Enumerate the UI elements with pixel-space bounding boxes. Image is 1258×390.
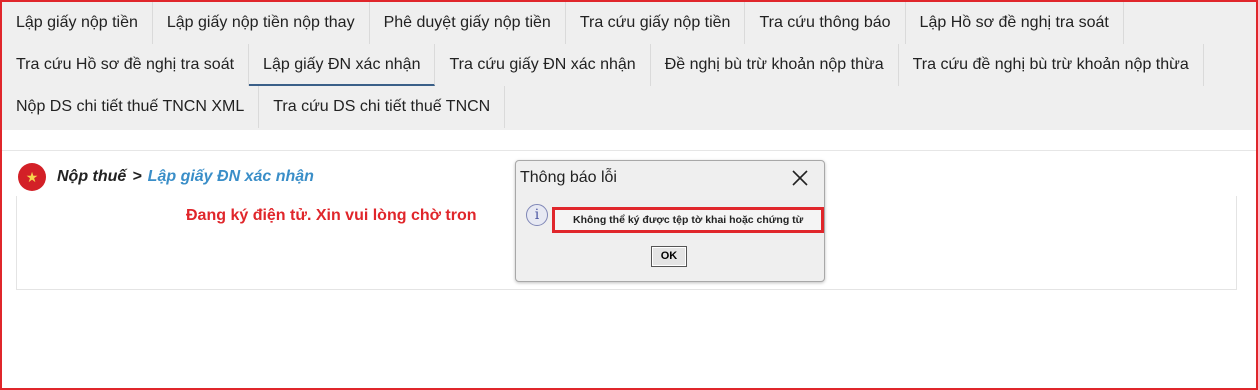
tab-lap-ho-so-de-nghi-tra-soat[interactable]: Lập Hồ sơ đề nghị tra soát <box>906 2 1124 44</box>
tab-row-1: Lập giấy nộp tiền Lập giấy nộp tiền nộp … <box>2 2 1256 44</box>
close-icon[interactable] <box>790 168 810 188</box>
signing-status-message: Đang ký điện tử. Xin vui lòng chờ tron <box>186 207 477 224</box>
breadcrumb-current[interactable]: Lập giấy ĐN xác nhận <box>148 168 314 186</box>
error-message-highlight: Không thể ký được tệp tờ khai hoặc chứng… <box>552 207 824 233</box>
breadcrumb-separator: > <box>132 168 142 185</box>
tab-tra-cuu-ds-chi-tiet-thue-tncn[interactable]: Tra cứu DS chi tiết thuế TNCN <box>259 86 506 128</box>
section-divider <box>2 150 1256 151</box>
tab-tra-cuu-giay-dn-xac-nhan[interactable]: Tra cứu giấy ĐN xác nhận <box>435 44 651 86</box>
tab-bar: Lập giấy nộp tiền Lập giấy nộp tiền nộp … <box>2 2 1256 130</box>
tab-lap-giay-nop-tien[interactable]: Lập giấy nộp tiền <box>2 2 153 44</box>
tab-tra-cuu-thong-bao[interactable]: Tra cứu thông báo <box>745 2 906 44</box>
dialog-title: Thông báo lỗi <box>520 169 617 186</box>
tab-lap-giay-dn-xac-nhan[interactable]: Lập giấy ĐN xác nhận <box>249 44 436 86</box>
info-icon: i <box>526 204 548 226</box>
tab-nop-ds-chi-tiet-thue-tncn-xml[interactable]: Nộp DS chi tiết thuế TNCN XML <box>2 86 260 128</box>
tab-row-2: Tra cứu Hồ sơ đề nghị tra soát Lập giấy … <box>2 44 1256 86</box>
national-emblem-icon: ★ <box>18 163 46 191</box>
tab-tra-cuu-giay-nop-tien[interactable]: Tra cứu giấy nộp tiền <box>566 2 746 44</box>
error-dialog: Thông báo lỗi i Không thể ký được tệp tờ… <box>515 160 825 282</box>
error-message: Không thể ký được tệp tờ khai hoặc chứng… <box>573 214 804 226</box>
breadcrumb-root[interactable]: Nộp thuế <box>57 168 126 186</box>
tab-phe-duyet-giay-nop-tien[interactable]: Phê duyệt giấy nộp tiền <box>370 2 566 44</box>
tab-de-nghi-bu-tru-khoan-nop-thua[interactable]: Đề nghị bù trừ khoản nộp thừa <box>651 44 899 86</box>
ok-button[interactable]: OK <box>651 246 687 267</box>
tab-tra-cuu-ho-so-de-nghi-tra-soat[interactable]: Tra cứu Hồ sơ đề nghị tra soát <box>2 44 250 86</box>
tab-row-3: Nộp DS chi tiết thuế TNCN XML Tra cứu DS… <box>2 86 1256 128</box>
tab-lap-giay-nop-tien-nop-thay[interactable]: Lập giấy nộp tiền nộp thay <box>153 2 370 44</box>
tab-tra-cuu-de-nghi-bu-tru-khoan-nop-thua[interactable]: Tra cứu đề nghị bù trừ khoản nộp thừa <box>899 44 1204 86</box>
